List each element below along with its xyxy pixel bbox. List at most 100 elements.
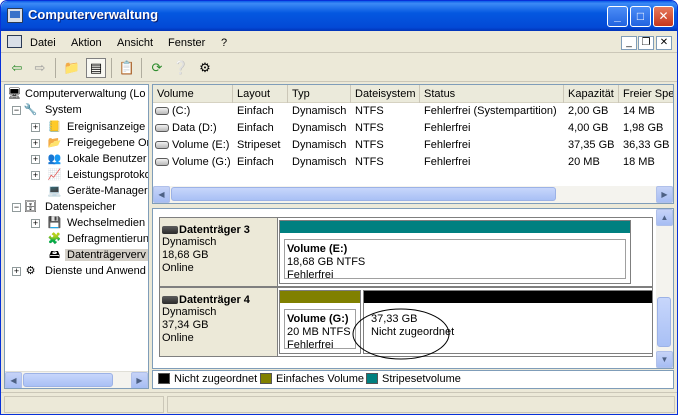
menu-help[interactable]: ? [221, 37, 227, 49]
disk-management-icon: 🖴 [48, 249, 61, 261]
scroll-up-button[interactable]: ▲ [656, 209, 673, 226]
disk-4-block[interactable]: Datenträger 4 Dynamisch 37,34 GB Online … [159, 287, 653, 360]
title-bar[interactable]: Computerverwaltung _ □ ✕ [1, 1, 677, 31]
expand-toggle[interactable]: + [31, 171, 40, 180]
performance-icon: 📈 [47, 169, 62, 181]
partition-unallocated[interactable]: 37,33 GB Nicht zugeordnet [352, 290, 653, 360]
expand-toggle[interactable]: + [31, 123, 40, 132]
column-header-volume[interactable]: Volume [153, 85, 233, 103]
status-cell [4, 396, 164, 413]
disk-size: 37,34 GB [162, 319, 209, 331]
legend-swatch [366, 373, 378, 384]
menu-fenster[interactable]: Fenster [168, 37, 205, 49]
refresh-icon[interactable]: ⟳ [147, 58, 167, 78]
volume-row[interactable]: (C:) Einfach Dynamisch NTFS Fehlerfrei (… [153, 103, 673, 120]
partition-volume-g[interactable]: Volume (G:) 20 MB NTFS Fehlerfrei [279, 290, 361, 354]
tree-horizontal-scrollbar[interactable]: ◀ ▶ [5, 371, 148, 388]
disk-4-info[interactable]: Datenträger 4 Dynamisch 37,34 GB Online [160, 288, 278, 356]
back-arrow-icon[interactable]: ⇦ [7, 58, 27, 78]
device-manager-icon: 💻 [47, 185, 62, 197]
legend-swatch [158, 373, 170, 384]
scroll-down-button[interactable]: ▼ [656, 351, 673, 368]
scroll-left-button[interactable]: ◀ [5, 372, 22, 388]
column-header-layout[interactable]: Layout [233, 85, 288, 103]
mmc-window-icon[interactable] [7, 35, 22, 48]
disk-settings-icon[interactable]: ⚙ [195, 58, 215, 78]
volume-name-cell: Volume (E:) [155, 139, 229, 151]
stripeset-color-bar [280, 221, 630, 233]
partition-volume-e[interactable]: Volume (E:) 18,68 GB NTFS Fehlerfrei [279, 220, 631, 284]
scroll-thumb[interactable] [657, 297, 671, 347]
expand-toggle[interactable]: + [31, 155, 40, 164]
volume-icon [155, 158, 169, 167]
computer-management-icon [7, 8, 23, 23]
collapse-toggle[interactable]: − [12, 106, 21, 115]
collapse-toggle[interactable]: − [12, 203, 21, 212]
layout-cell: Einfach [237, 105, 274, 117]
menu-ansicht[interactable]: Ansicht [117, 37, 153, 49]
disk-type: Dynamisch [162, 306, 217, 318]
status-cell: Fehlerfrei [424, 156, 471, 168]
disk-3-info[interactable]: Datenträger 3 Dynamisch 18,68 GB Online [160, 218, 278, 286]
column-header-capacity[interactable]: Kapazität [564, 85, 619, 103]
filesystem-cell: NTFS [355, 139, 384, 151]
volume-row[interactable]: Volume (E:) Stripeset Dynamisch NTFS Feh… [153, 137, 673, 154]
volume-list-horizontal-scrollbar[interactable]: ◀ ▶ [153, 186, 673, 203]
volume-row[interactable]: Data (D:) Einfach Dynamisch NTFS Fehlerf… [153, 120, 673, 137]
scroll-left-button[interactable]: ◀ [153, 186, 170, 203]
disk-graphical-view: Datenträger 3 Dynamisch 18,68 GB Online … [152, 208, 674, 369]
partition-details: Volume (G:) 20 MB NTFS Fehlerfrei [284, 309, 356, 351]
expand-toggle[interactable]: + [31, 219, 40, 228]
legend-label: Nicht zugeordnet [174, 373, 258, 385]
tree-item-label: System [45, 104, 82, 116]
volume-name: Data (D:) [172, 122, 217, 134]
volume-row[interactable]: Volume (G:) Einfach Dynamisch NTFS Fehle… [153, 154, 673, 171]
minimize-button[interactable]: _ [607, 6, 628, 27]
help-icon[interactable]: ❔ [171, 58, 191, 78]
scroll-thumb[interactable] [171, 187, 556, 201]
show-hide-tree-icon[interactable]: ▤ [86, 58, 106, 78]
volume-name: Volume (E:) [172, 139, 230, 151]
type-cell: Dynamisch [292, 105, 347, 117]
volume-list-header: Volume Layout Typ Dateisystem Status Kap… [153, 85, 673, 103]
up-folder-icon[interactable]: 📁 [62, 58, 82, 78]
column-header-filesystem[interactable]: Dateisystem [351, 85, 420, 103]
type-cell: Dynamisch [292, 139, 347, 151]
tree-item-label: Freigegebene Or [67, 137, 149, 149]
tree-item-label: Datenspeicher [45, 201, 116, 213]
column-header-status[interactable]: Status [420, 85, 564, 103]
type-cell: Dynamisch [292, 156, 347, 168]
tree-item-label: Leistungsprotoko [67, 169, 149, 181]
disk-3-block[interactable]: Datenträger 3 Dynamisch 18,68 GB Online … [159, 217, 653, 287]
filesystem-cell: NTFS [355, 156, 384, 168]
child-restore-button[interactable]: ❐ [638, 36, 654, 50]
child-close-button[interactable]: ✕ [656, 36, 672, 50]
expand-toggle[interactable]: + [12, 267, 21, 276]
scroll-thumb[interactable] [23, 373, 113, 387]
menu-datei[interactable]: Datei [30, 37, 56, 49]
disk-name-text: Datenträger 3 [179, 224, 250, 236]
disk-name-text: Datenträger 4 [179, 294, 250, 306]
capacity-cell: 20 MB [568, 156, 600, 168]
legend-item-simple-volume: Einfaches Volume [260, 373, 364, 385]
forward-arrow-icon[interactable]: ⇨ [30, 58, 50, 78]
status-cell: Fehlerfrei [424, 122, 471, 134]
free-space-cell: 18 MB [623, 156, 655, 168]
tree-item-label: Wechselmedien [67, 217, 146, 229]
child-minimize-button[interactable]: _ [621, 36, 637, 50]
disk-view-vertical-scrollbar[interactable]: ▲ ▼ [656, 209, 673, 368]
menu-aktion[interactable]: Aktion [71, 37, 102, 49]
tree-item-label: Geräte-Manager [67, 185, 148, 197]
expand-toggle[interactable]: + [31, 139, 40, 148]
column-header-free-space[interactable]: Freier Spe [619, 85, 673, 103]
properties-icon[interactable]: 📋 [117, 58, 137, 78]
defragmenter-icon: 🧩 [47, 233, 62, 245]
free-space-cell: 36,33 GB [623, 139, 670, 151]
column-header-type[interactable]: Typ [288, 85, 351, 103]
maximize-button[interactable]: □ [630, 6, 651, 27]
scroll-right-button[interactable]: ▶ [656, 186, 673, 203]
scroll-right-button[interactable]: ▶ [131, 372, 148, 388]
close-button[interactable]: ✕ [653, 6, 674, 27]
window-title: Computerverwaltung [28, 7, 159, 22]
status-cell: Fehlerfrei (Systempartition) [424, 105, 557, 117]
